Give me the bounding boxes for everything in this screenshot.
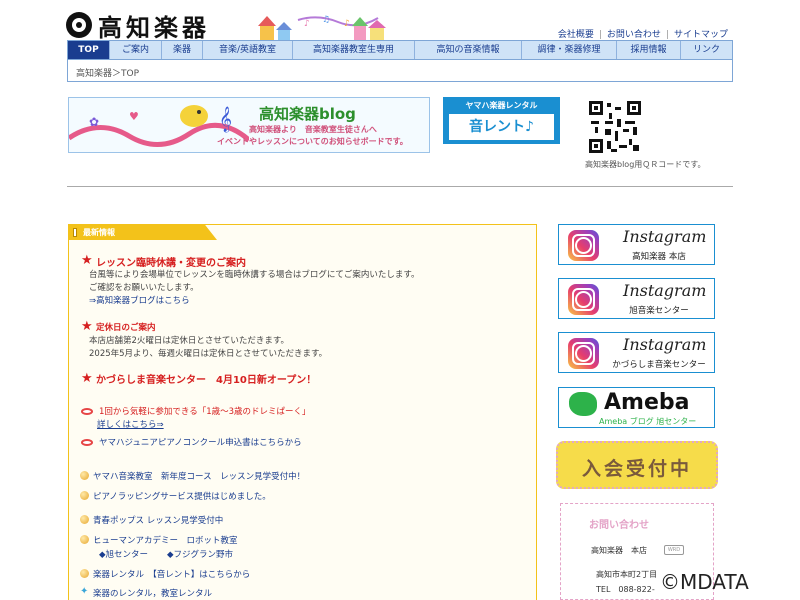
robot-asahi-link[interactable]: ◆旭センター bbox=[99, 548, 148, 560]
logo-text: 高知楽器 bbox=[98, 13, 210, 42]
piano-wrapping-link[interactable]: ピアノラッピングサービス提供はじめました。 bbox=[93, 490, 271, 502]
svg-text:✿: ✿ bbox=[89, 115, 99, 129]
instagram-asahi-banner[interactable]: Instagram 旭音楽センター bbox=[558, 278, 715, 319]
toplink-company[interactable]: 会社概要 bbox=[553, 30, 599, 40]
doremi-park-details-link[interactable]: 詳しくはこちら⇒ bbox=[97, 418, 164, 430]
news-tab-label: 最新情報 bbox=[83, 228, 115, 237]
blog-banner[interactable]: 𝄞 ✿ ♥ 高知楽器blog 高知楽器より 音楽教室生徒さんへ イベントやレッス… bbox=[68, 97, 430, 153]
svg-text:♪: ♪ bbox=[344, 19, 350, 29]
star-icon: ★ bbox=[81, 371, 93, 386]
news-tab-marker-icon bbox=[73, 228, 77, 237]
instagram-kazurashima-banner[interactable]: Instagram かづらしま音楽センター bbox=[558, 332, 715, 373]
contact-badge: WRD bbox=[664, 545, 684, 555]
svg-text:♥: ♥ bbox=[129, 110, 139, 123]
bullet-dot-icon bbox=[80, 491, 89, 500]
blog-banner-line2: イベントやレッスンについてのお知らせボードです。 bbox=[217, 137, 408, 146]
blog-banner-line1: 高知楽器より 音楽教室生徒さんへ bbox=[249, 125, 377, 134]
contact-address: 高知市本町2丁目 bbox=[596, 570, 658, 579]
contact-store: 高知楽器 本店 bbox=[591, 546, 647, 555]
logo-mark-icon bbox=[66, 12, 92, 38]
breadcrumb: 高知楽器＞TOP bbox=[67, 60, 733, 82]
new-icon bbox=[81, 408, 93, 415]
news-tab: 最新情報 bbox=[69, 225, 217, 240]
pops-lesson-link[interactable]: 青春ポップス レッスン見学受付中 bbox=[93, 514, 223, 526]
star-icon: ★ bbox=[81, 319, 93, 334]
bullet-dot-icon bbox=[80, 535, 89, 544]
instrument-rental-link[interactable]: 楽器レンタル 【音レント】はこちらから bbox=[93, 568, 250, 580]
instagram-honten-banner[interactable]: Instagram 高知楽器 本店 bbox=[558, 224, 715, 265]
svg-text:𝄞: 𝄞 bbox=[219, 106, 232, 132]
copyright-watermark: ©MDATA bbox=[660, 570, 749, 594]
bullet-dot-icon bbox=[80, 471, 89, 480]
news-text-1a: 台風等により会場単位でレッスンを臨時休講する場合はブログにてご案内いたします。 bbox=[89, 270, 420, 280]
news-headline-3: かづらしま音楽センター 4月10日新オープン！ bbox=[96, 375, 317, 386]
star-icon: ★ bbox=[81, 253, 93, 268]
global-nav: TOP ご案内 楽器 音楽/英語教室 高知楽器教室生専用 高知の音楽情報 調律・… bbox=[67, 40, 733, 60]
instagram-icon bbox=[568, 284, 599, 315]
instagram-icon bbox=[568, 230, 599, 261]
nav-students-only[interactable]: 高知楽器教室生専用 bbox=[293, 41, 415, 59]
nav-music-english-school[interactable]: 音楽/英語教室 bbox=[203, 41, 293, 59]
divider bbox=[67, 186, 733, 187]
doremi-park-link[interactable]: 1回から気軽に参加できる「1歳～3歳のドレミぱーく」 bbox=[99, 405, 311, 417]
nav-links[interactable]: リンク bbox=[681, 41, 732, 59]
contact-tel: TEL 088-822- bbox=[596, 585, 655, 594]
bullet-dot-icon bbox=[80, 569, 89, 578]
contact-title: お問い合わせ bbox=[589, 520, 649, 531]
nav-tuning-repair[interactable]: 調律・楽器修理 bbox=[522, 41, 617, 59]
nav-music-info[interactable]: 高知の音楽情報 bbox=[415, 41, 522, 59]
svg-text:♪: ♪ bbox=[304, 19, 310, 29]
top-links: 会社概要 | お問い合わせ | サイトマップ bbox=[553, 27, 733, 40]
nav-instruments[interactable]: 楽器 bbox=[162, 41, 203, 59]
join-banner[interactable]: 入会受付中 bbox=[556, 441, 718, 489]
robot-fujigran-link[interactable]: ◆フジグラン野市 bbox=[167, 548, 233, 560]
ameba-icon bbox=[569, 392, 597, 416]
qr-code-icon bbox=[589, 101, 641, 153]
instagram-word: Instagram bbox=[623, 335, 707, 354]
houses-music-illustration-icon: ♪ ♫ ♪ bbox=[258, 15, 386, 40]
nav-recruit[interactable]: 採用情報 bbox=[617, 41, 681, 59]
toplink-contact[interactable]: お問い合わせ bbox=[602, 30, 666, 40]
robot-class-link[interactable]: ヒューマンアカデミー ロボット教室 bbox=[93, 534, 238, 546]
blue-star-icon: ✦ bbox=[80, 586, 89, 597]
yamaha-school-link[interactable]: ヤマハ音楽教室 新年度コース レッスン見学受付中！ bbox=[93, 470, 305, 482]
ameba-banner[interactable]: Ameba Ameba ブログ 旭センター bbox=[558, 387, 715, 428]
news-text-2b: 2025年5月より、毎週火曜日は定休日とさせていただきます。 bbox=[89, 349, 328, 359]
instagram-icon bbox=[568, 338, 599, 369]
toplink-sitemap[interactable]: サイトマップ bbox=[669, 30, 733, 40]
piano-competition-link[interactable]: ヤマハジュニアピアノコンクール申込書はこちらから bbox=[99, 436, 302, 448]
join-text: 入会受付中 bbox=[581, 458, 692, 480]
nav-top[interactable]: TOP bbox=[68, 41, 110, 59]
svg-text:♫: ♫ bbox=[322, 15, 330, 25]
new-icon bbox=[81, 439, 93, 446]
ameba-sub: Ameba ブログ 旭センター bbox=[599, 417, 697, 426]
rental-banner[interactable]: ヤマハ楽器レンタル 音レント♪ bbox=[443, 97, 560, 144]
instagram-sub: かづらしま音楽センター bbox=[612, 360, 706, 370]
instagram-word: Instagram bbox=[623, 281, 707, 300]
site-logo[interactable]: 高知楽器 bbox=[66, 12, 210, 42]
blog-link[interactable]: ⇒高知楽器ブログはこちら bbox=[89, 294, 190, 306]
blog-banner-title: 高知楽器blog bbox=[259, 105, 356, 123]
news-headline-1: レッスン臨時休講・変更のご案内 bbox=[96, 258, 246, 269]
news-headline-2: 定休日のご案内 bbox=[96, 323, 156, 333]
nav-guide[interactable]: ご案内 bbox=[110, 41, 162, 59]
news-text-2a: 本店店舗第2火曜日は定休日とさせていただきます。 bbox=[89, 336, 290, 346]
ameba-word: Ameba bbox=[604, 390, 690, 415]
qr-caption: 高知楽器blog用ＱＲコードです。 bbox=[585, 160, 706, 169]
instagram-word: Instagram bbox=[623, 227, 707, 246]
instagram-sub: 旭音楽センター bbox=[629, 306, 689, 316]
instagram-sub: 高知楽器 本店 bbox=[632, 252, 686, 262]
rental-banner-top: ヤマハ楽器レンタル bbox=[465, 101, 538, 110]
bullet-dot-icon bbox=[80, 515, 89, 524]
rental-classroom-link[interactable]: 楽器のレンタル，教室レンタル bbox=[93, 587, 212, 599]
rental-banner-main: 音レント♪ bbox=[449, 114, 554, 140]
news-text-1b: ご確認をお願いいたします。 bbox=[89, 283, 199, 293]
news-box: 最新情報 ★ レッスン臨時休講・変更のご案内 台風等により会場単位でレッスンを臨… bbox=[68, 224, 537, 600]
